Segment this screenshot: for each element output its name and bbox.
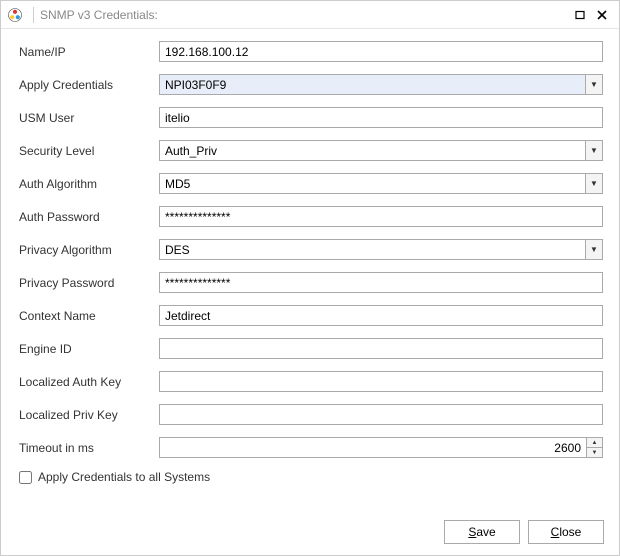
engine-id-label: Engine ID bbox=[19, 342, 159, 356]
apply-credentials-label: Apply Credentials bbox=[19, 78, 159, 92]
spinner-down-icon[interactable]: ▼ bbox=[587, 448, 602, 457]
chevron-down-icon[interactable]: ▼ bbox=[585, 141, 602, 160]
auth-password-label: Auth Password bbox=[19, 210, 159, 224]
auth-password-input[interactable] bbox=[159, 206, 603, 227]
window-title: SNMP v3 Credentials: bbox=[40, 8, 569, 22]
auth-algorithm-combo[interactable]: ▼ bbox=[159, 173, 603, 194]
engine-id-input[interactable] bbox=[159, 338, 603, 359]
dialog-footer: Save Close bbox=[444, 520, 604, 544]
save-button[interactable]: Save bbox=[444, 520, 520, 544]
privacy-algorithm-input[interactable] bbox=[160, 240, 585, 259]
usm-user-input[interactable] bbox=[159, 107, 603, 128]
spinner-up-icon[interactable]: ▲ bbox=[587, 438, 602, 448]
apply-credentials-combo[interactable]: ▼ bbox=[159, 74, 603, 95]
security-level-input[interactable] bbox=[160, 141, 585, 160]
localized-auth-key-label: Localized Auth Key bbox=[19, 375, 159, 389]
security-level-label: Security Level bbox=[19, 144, 159, 158]
app-icon bbox=[7, 7, 23, 23]
maximize-button[interactable] bbox=[569, 5, 591, 25]
close-button[interactable] bbox=[591, 5, 613, 25]
chevron-down-icon[interactable]: ▼ bbox=[585, 174, 602, 193]
timeout-input[interactable] bbox=[160, 438, 586, 457]
context-name-input[interactable] bbox=[159, 305, 603, 326]
privacy-algorithm-label: Privacy Algorithm bbox=[19, 243, 159, 257]
localized-priv-key-input[interactable] bbox=[159, 404, 603, 425]
auth-algorithm-label: Auth Algorithm bbox=[19, 177, 159, 191]
context-name-label: Context Name bbox=[19, 309, 159, 323]
name-ip-input[interactable] bbox=[159, 41, 603, 62]
titlebar-divider bbox=[33, 7, 34, 23]
auth-algorithm-input[interactable] bbox=[160, 174, 585, 193]
name-ip-label: Name/IP bbox=[19, 45, 159, 59]
privacy-password-label: Privacy Password bbox=[19, 276, 159, 290]
timeout-spinner[interactable]: ▲ ▼ bbox=[159, 437, 603, 458]
save-button-rest: ave bbox=[476, 525, 495, 539]
chevron-down-icon[interactable]: ▼ bbox=[585, 240, 602, 259]
credentials-form: Name/IP Apply Credentials ▼ USM User Sec… bbox=[1, 29, 619, 494]
security-level-combo[interactable]: ▼ bbox=[159, 140, 603, 161]
apply-credentials-input[interactable] bbox=[160, 75, 585, 94]
close-button-rest: lose bbox=[559, 525, 581, 539]
privacy-algorithm-combo[interactable]: ▼ bbox=[159, 239, 603, 260]
close-dialog-button[interactable]: Close bbox=[528, 520, 604, 544]
timeout-label: Timeout in ms bbox=[19, 441, 159, 455]
titlebar: SNMP v3 Credentials: bbox=[1, 1, 619, 29]
privacy-password-input[interactable] bbox=[159, 272, 603, 293]
localized-auth-key-input[interactable] bbox=[159, 371, 603, 392]
chevron-down-icon[interactable]: ▼ bbox=[585, 75, 602, 94]
usm-user-label: USM User bbox=[19, 111, 159, 125]
apply-all-label: Apply Credentials to all Systems bbox=[38, 470, 210, 484]
localized-priv-key-label: Localized Priv Key bbox=[19, 408, 159, 422]
apply-all-checkbox[interactable] bbox=[19, 471, 32, 484]
